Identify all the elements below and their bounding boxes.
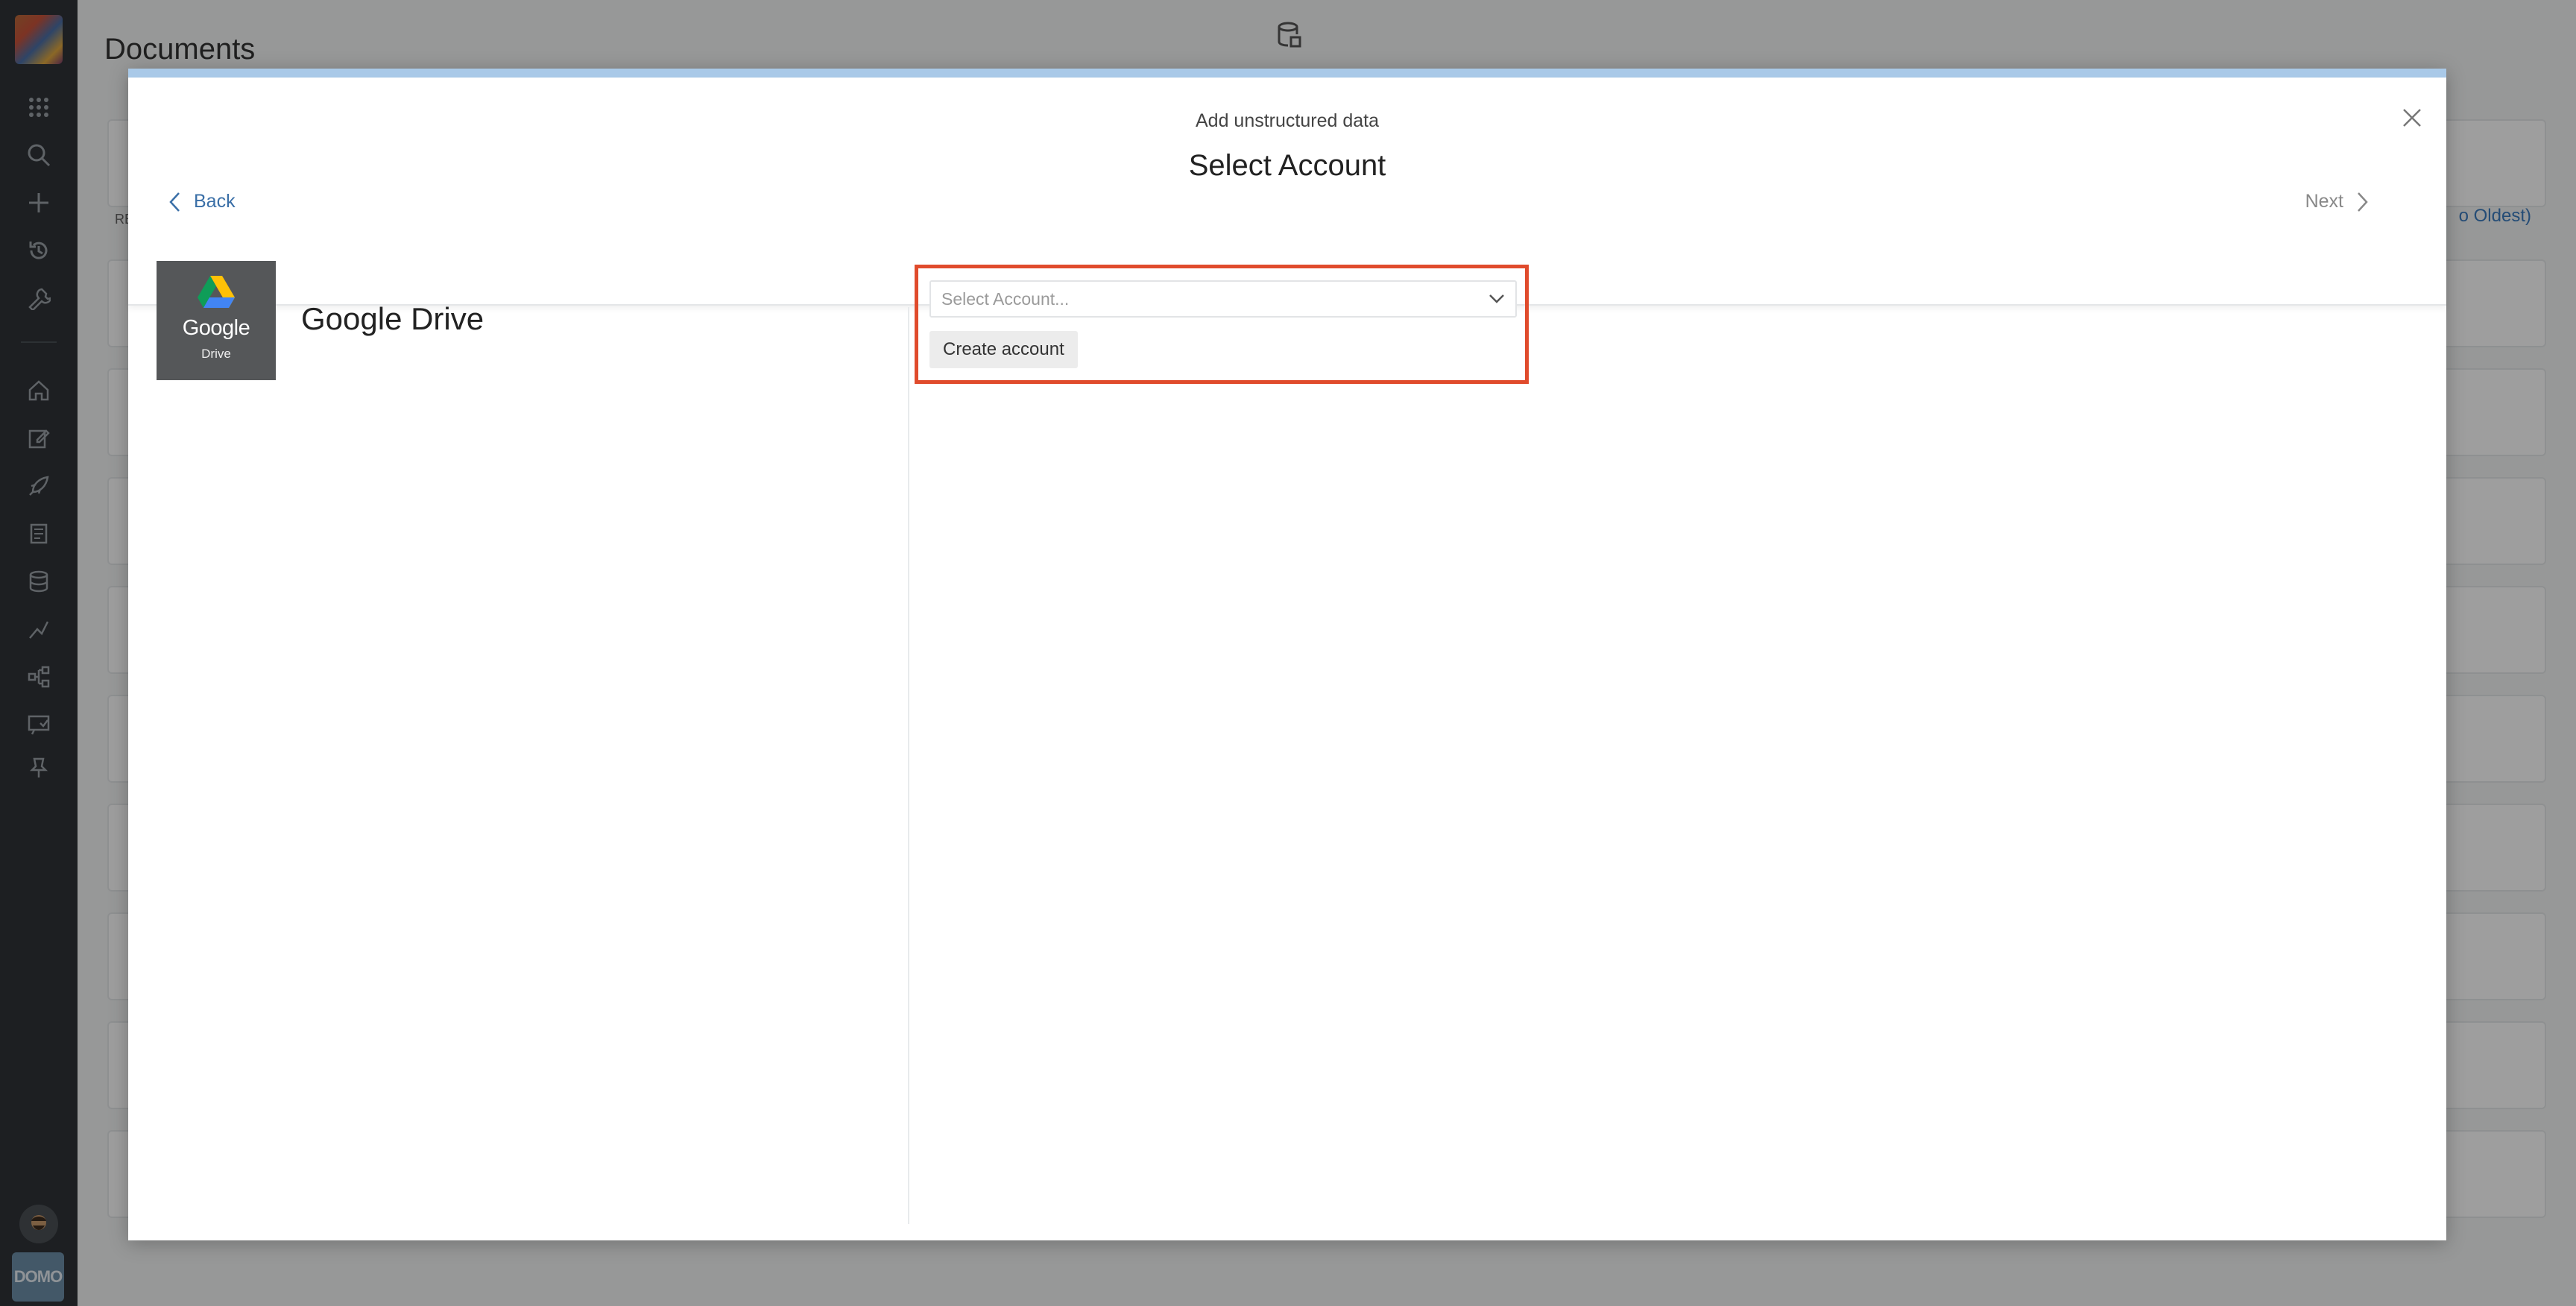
next-button[interactable]: Next	[2305, 191, 2369, 212]
create-account-button[interactable]: Create account	[929, 331, 1078, 368]
next-label: Next	[2305, 191, 2343, 212]
select-placeholder: Select Account...	[941, 288, 1070, 309]
back-button[interactable]: Back	[168, 191, 236, 212]
chevron-down-icon	[1489, 294, 1504, 303]
back-label: Back	[194, 191, 236, 212]
google-drive-logo: Google Drive	[157, 261, 276, 380]
close-button[interactable]	[2396, 101, 2428, 134]
connector-pane	[128, 307, 909, 1224]
logo-sub: Drive	[201, 347, 231, 361]
close-icon	[2403, 109, 2421, 127]
google-drive-icon	[198, 276, 235, 308]
chevron-left-icon	[169, 192, 180, 212]
account-select[interactable]: Select Account...	[929, 280, 1517, 318]
connector-name: Google Drive	[301, 301, 484, 336]
modal-progress-bar	[128, 69, 2446, 78]
logo-word: Google	[182, 316, 250, 340]
modal-heading: Select Account	[1188, 149, 1386, 182]
add-unstructured-data-modal: Add unstructured data Select Account Bac…	[128, 69, 2446, 1240]
modal-subtitle: Add unstructured data	[1196, 110, 1379, 131]
chevron-right-icon	[2358, 192, 2368, 212]
